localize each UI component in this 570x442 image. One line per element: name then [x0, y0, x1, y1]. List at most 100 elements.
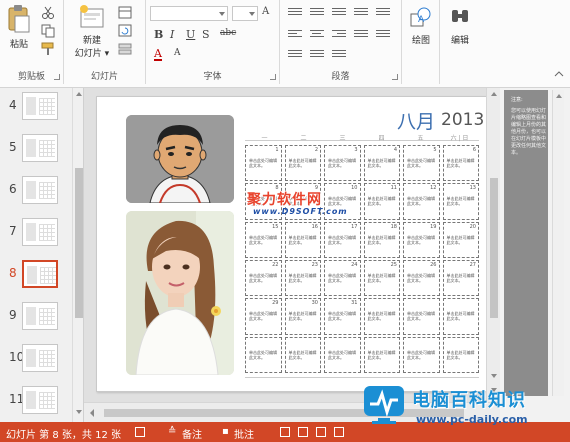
calendar-day-cell[interactable]: 18 单击此处可编辑此文本。 [363, 221, 400, 258]
slide-thumbnail[interactable]: 11 [0, 384, 74, 420]
calendar-day-cell[interactable]: 单击此处可编辑此文本。 [442, 298, 479, 335]
line-spacing-icon[interactable] [376, 8, 390, 19]
slide-thumbnail[interactable]: 6 [0, 174, 74, 210]
editor-scroll-up-icon[interactable] [491, 92, 497, 96]
font-color-button[interactable]: A [154, 48, 162, 61]
clipboard-launcher-icon[interactable] [54, 74, 60, 80]
reset-icon[interactable] [118, 24, 134, 38]
format-painter-icon[interactable] [40, 42, 56, 56]
numbering-icon[interactable] [310, 8, 324, 19]
calendar-day-cell[interactable]: 27 单击此处可编辑此文本。 [442, 259, 479, 297]
side-pane-scrollbar[interactable] [552, 90, 564, 396]
calendar-day-cell[interactable]: 单击此处可编辑此文本。 [442, 336, 479, 373]
slide-thumbnail[interactable]: 7 [0, 216, 74, 252]
font-size-select[interactable] [232, 6, 258, 21]
calendar-day-cell[interactable]: 单击此处可编辑此文本。 [363, 298, 400, 335]
calendar-day-cell[interactable]: 22 单击此处可编辑此文本。 [245, 259, 282, 297]
notes-icon[interactable]: ≙ [168, 426, 176, 437]
smartart-icon[interactable] [332, 50, 346, 61]
thumbnail-scrollbar[interactable] [72, 88, 83, 422]
slide-thumbnail[interactable]: 10 [0, 342, 74, 378]
comments-button[interactable]: 批注 [234, 426, 254, 441]
calendar-day-cell[interactable]: 单击此处可编辑此文本。 [284, 336, 321, 373]
align-left-icon[interactable] [288, 30, 302, 41]
collapse-ribbon-icon[interactable] [554, 70, 564, 78]
align-center-icon[interactable] [310, 30, 324, 41]
calendar-day-cell[interactable]: 4 单击此处可编辑此文本。 [363, 145, 400, 182]
bold-button[interactable]: B [154, 28, 163, 41]
girl-photo[interactable] [126, 211, 234, 375]
side-scroll-up-icon[interactable] [556, 94, 562, 98]
normal-view-icon[interactable] [280, 427, 290, 437]
calendar-day-cell[interactable]: 2 单击此处可编辑此文本。 [284, 145, 321, 182]
columns-icon[interactable] [376, 30, 390, 41]
calendar-day-cell[interactable]: 1 单击此处可编辑此文本。 [245, 145, 282, 182]
paste-button[interactable]: 粘贴 [4, 4, 34, 50]
font-launcher-icon[interactable] [270, 74, 276, 80]
drawing-button[interactable]: A 绘图 [405, 6, 437, 46]
layout-icon[interactable] [118, 6, 134, 20]
slide-thumbnail-image[interactable] [22, 218, 58, 246]
calendar-day-cell[interactable]: 30 单击此处可编辑此文本。 [284, 298, 321, 335]
justify-icon[interactable] [354, 30, 368, 41]
grow-font-button[interactable]: A [262, 6, 269, 17]
calendar-day-cell[interactable]: 单击此处可编辑此文本。 [324, 336, 361, 373]
calendar-day-cell[interactable]: 9 单击此处可编辑此文本。 [284, 183, 321, 220]
slide-thumbnail[interactable]: 8 [0, 258, 74, 294]
comments-icon[interactable]: ▪ [222, 426, 229, 437]
slide-thumbnail-image[interactable] [22, 386, 58, 414]
calendar-day-cell[interactable]: 3 单击此处可编辑此文本。 [324, 145, 361, 182]
shrink-font-button[interactable]: A [174, 48, 181, 58]
font-name-select[interactable] [150, 6, 228, 21]
cut-icon[interactable] [40, 6, 56, 20]
scroll-down-icon[interactable] [76, 410, 82, 414]
spell-check-icon[interactable] [135, 427, 145, 437]
slide-thumbnail-image[interactable] [22, 302, 58, 330]
current-slide[interactable]: 八月 2013 一二三四五六 | 日 1 单击此处可编辑此文本。 2 单击此处可编辑此… [96, 96, 492, 392]
align-text-icon[interactable] [310, 50, 324, 61]
calendar-day-cell[interactable]: 单击此处可编辑此文本。 [403, 298, 440, 335]
copy-icon[interactable] [40, 24, 56, 38]
bullets-icon[interactable] [288, 8, 302, 19]
calendar-day-cell[interactable]: 6 单击此处可编辑此文本。 [442, 145, 479, 182]
text-direction-icon[interactable] [288, 50, 302, 61]
calendar-day-cell[interactable]: 11 单击此处可编辑此文本。 [363, 183, 400, 220]
increase-indent-icon[interactable] [354, 8, 368, 19]
editor-vertical-scrollbar[interactable] [486, 88, 500, 402]
calendar-day-cell[interactable]: 12 单击此处可编辑此文本。 [403, 183, 440, 220]
calendar-day-cell[interactable]: 5 单击此处可编辑此文本。 [403, 145, 440, 182]
editor-vertical-thumb[interactable] [490, 178, 498, 318]
calendar-day-cell[interactable]: 23 单击此处可编辑此文本。 [284, 259, 321, 297]
underline-button[interactable]: U [186, 28, 195, 41]
calendar-month[interactable]: 八月 [397, 107, 435, 134]
slide-thumbnail-image[interactable] [22, 176, 58, 204]
calendar-day-cell[interactable]: 13 单击此处可编辑此文本。 [442, 183, 479, 220]
calendar-day-cell[interactable]: 19 单击此处可编辑此文本。 [403, 221, 440, 258]
new-slide-button[interactable]: 新建 幻灯片 ▾ [72, 4, 112, 59]
paragraph-launcher-icon[interactable] [392, 74, 398, 80]
calendar-day-cell[interactable]: 29 单击此处可编辑此文本。 [245, 298, 282, 335]
calendar-day-cell[interactable]: 25 单击此处可编辑此文本。 [363, 259, 400, 297]
thumbnail-scroll-thumb[interactable] [75, 168, 83, 318]
italic-button[interactable]: I [170, 28, 174, 41]
calendar-day-cell[interactable]: 31 单击此处可编辑此文本。 [324, 298, 361, 335]
slide-thumbnail[interactable]: 5 [0, 132, 74, 168]
scroll-left-icon[interactable] [90, 409, 94, 417]
calendar-day-cell[interactable]: 20 单击此处可编辑此文本。 [442, 221, 479, 258]
slide-thumbnail-image[interactable] [22, 134, 58, 162]
calendar-day-cell[interactable]: 26 单击此处可编辑此文本。 [403, 259, 440, 297]
strikethrough-button[interactable]: abc [220, 28, 236, 38]
calendar-day-cell[interactable]: 单击此处可编辑此文本。 [363, 336, 400, 373]
calendar-day-cell[interactable]: 8 单击此处可编辑此文本。 [245, 183, 282, 220]
slide-thumbnail[interactable]: 4 [0, 90, 74, 126]
scroll-up-icon[interactable] [76, 92, 82, 96]
slide-thumbnail-image[interactable] [22, 260, 58, 288]
notes-button[interactable]: 备注 [182, 426, 202, 441]
decrease-indent-icon[interactable] [332, 8, 346, 19]
shadow-button[interactable]: S [202, 28, 210, 41]
calendar-day-cell[interactable]: 24 单击此处可编辑此文本。 [324, 259, 361, 297]
calendar-day-cell[interactable]: 16 单击此处可编辑此文本。 [284, 221, 321, 258]
calendar-day-cell[interactable]: 单击此处可编辑此文本。 [245, 336, 282, 373]
slide-thumbnail-image[interactable] [22, 344, 58, 372]
calendar-day-cell[interactable]: 15 单击此处可编辑此文本。 [245, 221, 282, 258]
